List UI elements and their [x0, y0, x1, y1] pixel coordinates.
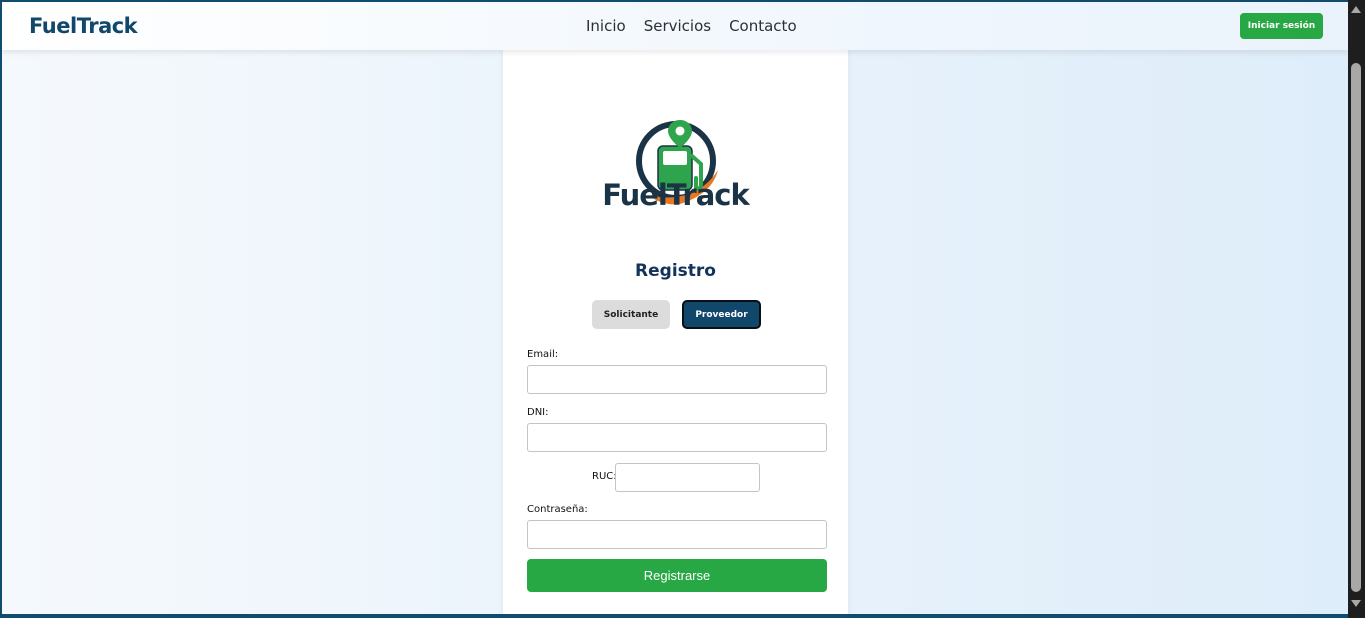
password-label: Contraseña:	[527, 504, 588, 515]
password-field[interactable]	[527, 520, 827, 549]
scroll-up-arrow-icon[interactable]	[1351, 6, 1361, 13]
login-button[interactable]: Iniciar sesión	[1240, 13, 1323, 39]
nav-link-inicio[interactable]: Inicio	[586, 17, 626, 35]
scrollbar-thumb[interactable]	[1351, 63, 1361, 592]
page-viewport: FuelTrack Inicio Servicios Contacto Inic…	[2, 2, 1348, 614]
email-field[interactable]	[527, 365, 827, 394]
register-card: FuelTrack Registro Solicitante Proveedor…	[503, 50, 848, 614]
email-label: Email:	[527, 349, 559, 360]
vertical-scrollbar[interactable]	[1348, 0, 1365, 618]
nav-link-contacto[interactable]: Contacto	[729, 17, 797, 35]
brand-logo-text[interactable]: FuelTrack	[29, 14, 138, 38]
ruc-field[interactable]	[615, 463, 760, 492]
role-toggle-proveedor[interactable]: Proveedor	[682, 300, 761, 329]
page-title: Registro	[635, 261, 716, 281]
register-button[interactable]: Registrarse	[527, 559, 827, 592]
navbar: FuelTrack Inicio Servicios Contacto Inic…	[2, 2, 1348, 50]
dni-label: DNI:	[527, 407, 549, 418]
scroll-down-arrow-icon[interactable]	[1351, 600, 1361, 607]
dni-field[interactable]	[527, 423, 827, 452]
nav-link-servicios[interactable]: Servicios	[644, 17, 711, 35]
ruc-label: RUC:	[592, 471, 617, 482]
role-toggle-solicitante[interactable]: Solicitante	[592, 300, 670, 329]
logo-text: FuelTrack	[602, 178, 750, 212]
nav-links: Inicio Servicios Contacto	[586, 17, 815, 35]
